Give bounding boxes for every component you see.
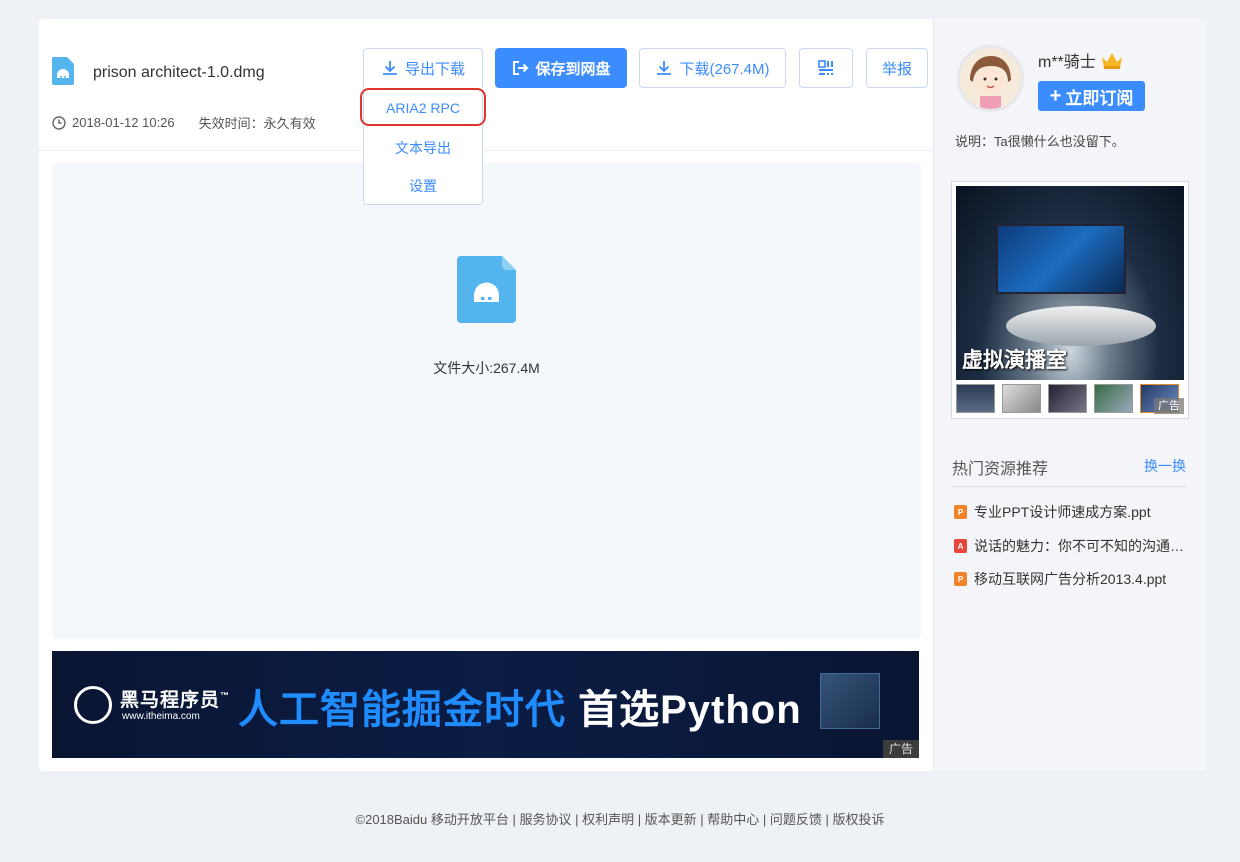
download-icon bbox=[382, 61, 397, 75]
footer-links[interactable]: ©2018Baidu 移动开放平台 | 服务协议 | 权利声明 | 版本更新 |… bbox=[0, 809, 1240, 828]
ad-tag: 广告 bbox=[1154, 398, 1184, 414]
banner-slogan: 人工智能掘金时代 首选Python bbox=[238, 688, 802, 732]
qrcode-icon bbox=[818, 60, 833, 75]
hot-resource-item[interactable]: P 专业PPT设计师速成方案.ppt bbox=[954, 502, 1190, 522]
refresh-link[interactable]: 换一换 bbox=[1144, 456, 1186, 476]
avatar[interactable] bbox=[957, 45, 1024, 112]
save-arrow-icon bbox=[513, 61, 529, 75]
banner-url: www.itheima.com bbox=[122, 711, 200, 722]
sidebar-ad-thumbnails bbox=[956, 384, 1184, 413]
download-button[interactable]: 下载(267.4M) bbox=[639, 48, 786, 88]
file-meta: 2018-01-12 10:26 失效时间：永久有效 bbox=[52, 113, 316, 132]
highlight-ring bbox=[360, 88, 486, 126]
ad-tag: 广告 bbox=[883, 740, 919, 758]
file-type-large-icon bbox=[457, 256, 516, 323]
expiry-text: 失效时间：永久有效 bbox=[198, 116, 316, 131]
username: m**骑士 bbox=[1038, 48, 1124, 72]
clock-icon bbox=[52, 115, 66, 130]
ppt-file-icon: P bbox=[954, 505, 967, 519]
header-divider bbox=[39, 150, 933, 151]
ppt-file-icon: P bbox=[954, 572, 967, 586]
banner-ad[interactable]: 黑马程序员™ www.itheima.com 人工智能掘金时代 首选Python… bbox=[52, 651, 919, 758]
sidebar-ad-title: 虚拟演播室 bbox=[962, 349, 1067, 372]
user-description: 说明：Ta很懒什么也没留下。 bbox=[955, 134, 1125, 149]
file-size-text: 文件大小:267.4M bbox=[433, 360, 540, 376]
export-download-button[interactable]: 导出下载 bbox=[363, 48, 483, 88]
download-icon bbox=[657, 61, 672, 75]
hot-resource-item[interactable]: A 说话的魅力：你不可不知的沟通… bbox=[954, 536, 1190, 556]
save-to-netdisk-button[interactable]: 保存到网盘 bbox=[495, 48, 627, 88]
upload-date: 2018-01-12 10:26 bbox=[72, 115, 175, 130]
hot-resource-item[interactable]: P 移动互联网广告分析2013.4.ppt bbox=[954, 569, 1190, 589]
sidebar-ad[interactable]: 虚拟演播室 广告 bbox=[951, 181, 1189, 419]
menu-item-text-export[interactable]: 文本导出 bbox=[364, 138, 482, 158]
sidebar-ad-image: 虚拟演播室 bbox=[956, 186, 1184, 380]
qrcode-button[interactable] bbox=[799, 48, 853, 88]
file-preview-area bbox=[52, 163, 921, 639]
hot-resources-title: 热门资源推荐 bbox=[952, 461, 1049, 478]
file-name: prison architect-1.0.dmg bbox=[93, 64, 265, 81]
pdf-file-icon: A bbox=[954, 539, 967, 553]
menu-item-settings[interactable]: 设置 bbox=[364, 176, 482, 196]
report-button[interactable]: 举报 bbox=[866, 48, 928, 88]
plus-icon: + bbox=[1049, 85, 1062, 107]
banner-thumbnail bbox=[820, 673, 880, 729]
subscribe-button[interactable]: + 立即订阅 bbox=[1038, 81, 1145, 111]
file-type-icon bbox=[52, 57, 74, 85]
hot-divider bbox=[952, 486, 1187, 487]
crown-icon bbox=[1101, 53, 1122, 69]
banner-logo-icon bbox=[74, 686, 112, 724]
banner-brand: 黑马程序员™ bbox=[120, 690, 231, 711]
